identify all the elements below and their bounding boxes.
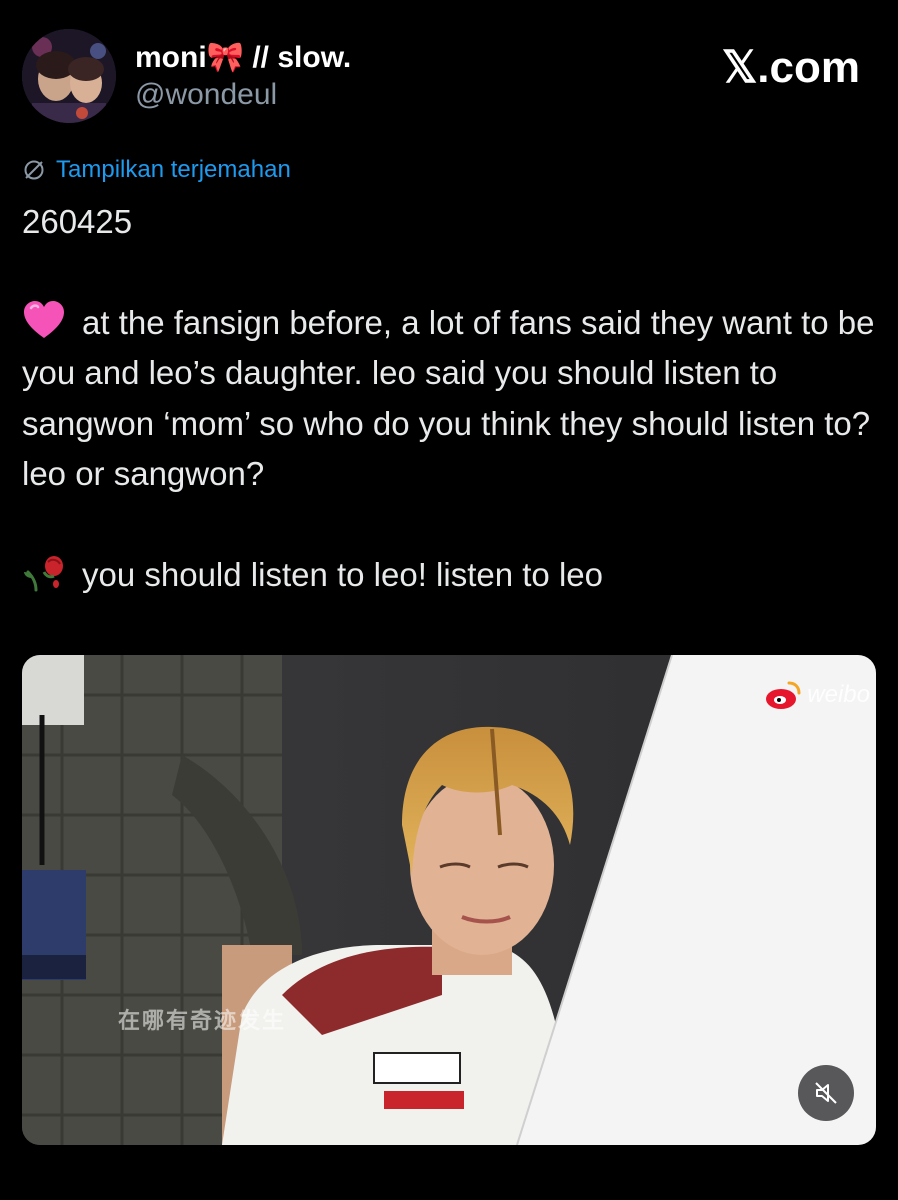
site-logo: 𝕏.com (721, 43, 860, 92)
weibo-icon (766, 681, 801, 709)
video-caption: 在哪有奇迹发生 (118, 1009, 287, 1034)
tweet-screenshot: moni🎀 // slow. @wondeul 𝕏.com Tampilkan … (0, 0, 898, 1200)
tweet-date: 260425 (22, 203, 133, 240)
pink-heart-icon (24, 300, 64, 338)
avatar[interactable] (22, 29, 116, 123)
mute-speaker-icon (815, 1082, 837, 1104)
weibo-label: weibo (807, 681, 870, 708)
display-name[interactable]: moni🎀 // slow. (135, 40, 351, 75)
weibo-watermark: weibo (765, 679, 870, 711)
media-video[interactable]: weibo 在哪有奇迹发生 (22, 655, 876, 1145)
avatar-image (22, 29, 116, 123)
answer-text: you should listen to leo! listen to leo (82, 555, 603, 593)
question-text: at the fansign before, a lot of fans sai… (22, 303, 875, 493)
tweet-text: 260425 at the fansign before, a lot of f… (22, 197, 882, 600)
tweet-answer: you should listen to leo! listen to leo (22, 550, 882, 601)
translate-label: Tampilkan terjemahan (56, 156, 291, 183)
globe-icon (24, 160, 44, 180)
translate-link[interactable]: Tampilkan terjemahan (22, 156, 291, 184)
wilted-rose-icon (24, 555, 63, 591)
mute-button[interactable] (798, 1065, 854, 1121)
user-handle[interactable]: @wondeul (135, 78, 277, 112)
video-frame (22, 655, 876, 1145)
tweet-question: at the fansign before, a lot of fans sai… (22, 298, 882, 500)
